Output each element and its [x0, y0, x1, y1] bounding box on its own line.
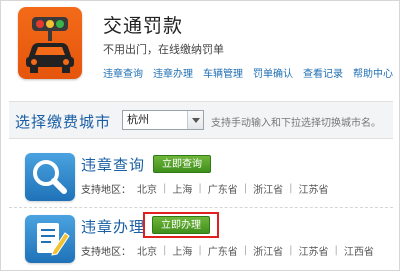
nav-link-violation-handle[interactable]: 违章办理	[153, 65, 193, 80]
app-subtitle: 不用出门，在线缴纳罚单	[103, 43, 224, 56]
region-link[interactable]: 江苏省	[299, 181, 329, 196]
nav-link-ticket-confirm[interactable]: 罚单确认	[253, 65, 293, 80]
nav-link-vehicle-management[interactable]: 车辆管理	[203, 65, 243, 80]
section-divider	[9, 207, 393, 208]
region-link[interactable]: 江苏省	[299, 243, 329, 258]
app-title: 交通罚款	[103, 15, 184, 37]
city-select-value: 杭州	[127, 113, 149, 126]
region-link[interactable]: 北京	[137, 181, 157, 196]
region-link[interactable]: 浙江省	[253, 243, 283, 258]
region-link[interactable]: 浙江省	[253, 181, 283, 196]
handle-now-button[interactable]: 立即办理	[152, 216, 210, 234]
supported-regions-label: 支持地区：	[81, 247, 131, 258]
service-title-query: 违章查询	[81, 156, 146, 174]
region-link[interactable]: 江西省	[344, 243, 374, 258]
region-link[interactable]: 上海	[172, 181, 192, 196]
city-select[interactable]: 杭州	[122, 110, 204, 130]
service-title-handle: 违章办理	[81, 218, 146, 236]
traffic-fine-logo-icon	[18, 7, 82, 79]
city-label: 选择缴费城市	[15, 113, 112, 131]
nav-link-help-center[interactable]: 帮助中心	[353, 65, 393, 80]
app-window: 交通罚款 不用出门，在线缴纳罚单 违章查询 违章办理 车辆管理 罚单确认 查看记…	[0, 0, 400, 271]
region-link[interactable]: 北京	[137, 243, 157, 258]
top-nav: 违章查询 违章办理 车辆管理 罚单确认 查看记录 帮助中心	[103, 65, 400, 80]
region-link[interactable]: 广东省	[208, 243, 238, 258]
nav-link-view-records[interactable]: 查看记录	[303, 65, 343, 80]
supported-regions-label: 支持地区：	[81, 185, 131, 196]
supported-regions-handle: 支持地区： 北京 | 上海 | 广东省 | 浙江省 | 江苏省 | 江西省	[81, 243, 374, 258]
query-now-button[interactable]: 立即查询	[153, 155, 211, 173]
chevron-down-icon[interactable]	[187, 111, 203, 129]
city-hint: 支持手动输入和下拉选择切换城市名。	[211, 118, 381, 129]
supported-regions-query: 支持地区： 北京 | 上海 | 广东省 | 浙江省 | 江苏省	[81, 181, 329, 196]
magnifier-icon[interactable]	[25, 153, 75, 201]
region-link[interactable]: 上海	[172, 243, 192, 258]
document-pen-icon[interactable]	[25, 215, 75, 263]
city-selection-bar: 选择缴费城市 杭州 支持手动输入和下拉选择切换城市名。	[9, 101, 393, 139]
region-link[interactable]: 广东省	[208, 181, 238, 196]
nav-link-violation-query[interactable]: 违章查询	[103, 65, 143, 80]
